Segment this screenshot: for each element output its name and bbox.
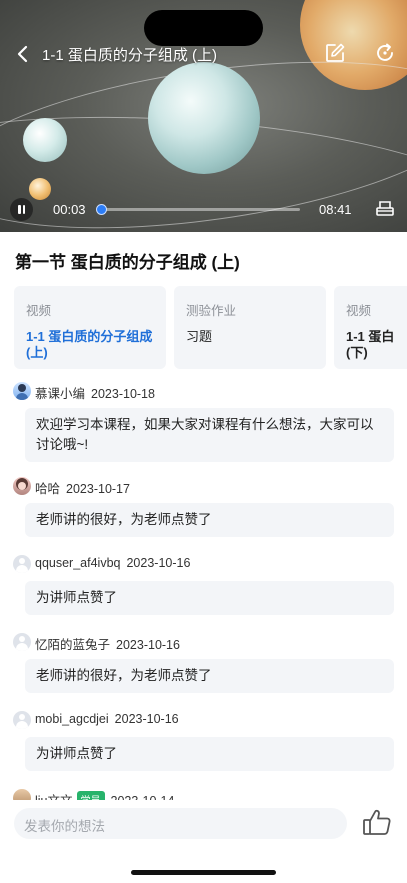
screen-mode-button[interactable] xyxy=(375,198,395,218)
refresh-icon xyxy=(377,43,393,61)
comment-date: 2023-10-16 xyxy=(116,638,180,652)
chevron-left-icon xyxy=(17,45,28,63)
comment-meta: 慕课小编 2023-10-18 xyxy=(35,383,155,402)
comment-text: 老师讲的很好，为老师点赞了 xyxy=(25,659,394,693)
comment-date: 2023-10-17 xyxy=(66,482,130,496)
notes-button[interactable] xyxy=(324,42,346,64)
lesson-name: 1-1 蛋白质的分子组成 (上) xyxy=(26,329,153,360)
avatar[interactable] xyxy=(13,555,31,573)
comment-text: 欢迎学习本课程，如果大家对课程有什么想法，大家可以讨论哦~! xyxy=(25,408,394,462)
refresh-button[interactable] xyxy=(374,42,396,64)
player-controls: 00:03 08:41 xyxy=(0,196,407,224)
lesson-type: 测验作业 xyxy=(186,304,237,318)
comment-item: mobi_agcdjei 2023-10-16 为讲师点赞了 xyxy=(13,710,395,771)
comment-item: 忆陌的蓝兔子 2023-10-16 老师讲的很好，为老师点赞了 xyxy=(13,632,395,693)
comment-date: 2023-10-16 xyxy=(126,556,191,570)
comment-text: 为讲师点赞了 xyxy=(25,581,394,615)
progress-slider[interactable] xyxy=(96,204,300,215)
comment-item: qquser_af4ivbq 2023-10-16 为讲师点赞了 xyxy=(13,554,395,615)
comment-meta: 忆陌的蓝兔子 2023-10-16 xyxy=(35,634,180,653)
comment-date: 2023-10-16 xyxy=(114,712,179,726)
comment-user[interactable]: 慕课小编 xyxy=(35,387,85,401)
total-time: 08:41 xyxy=(319,202,352,217)
video-top-bar: 1-1 蛋白质的分子组成 (上) xyxy=(0,36,407,72)
avatar[interactable] xyxy=(13,382,31,400)
lesson-name: 1-1 蛋白 (下) xyxy=(346,329,395,360)
comment-text: 为讲师点赞了 xyxy=(25,737,394,771)
comment-header: qquser_af4ivbq 2023-10-16 xyxy=(13,554,395,574)
video-title: 1-1 蛋白质的分子组成 (上) xyxy=(42,47,218,64)
video-frame-planet xyxy=(148,62,260,174)
comment-meta: mobi_agcdjei 2023-10-16 xyxy=(35,712,179,726)
comment-composer-bar: 发表你的想法 xyxy=(0,800,407,883)
comment-header: 哈哈 2023-10-17 xyxy=(13,476,395,496)
comment-header: 忆陌的蓝兔子 2023-10-16 xyxy=(13,632,395,652)
lesson-type: 视频 xyxy=(26,304,52,318)
like-button[interactable] xyxy=(361,806,393,838)
screen-mode-icon xyxy=(376,201,394,216)
video-player[interactable]: 1-1 蛋白质的分子组成 (上) 00:03 08:41 xyxy=(0,0,407,232)
comment-item: 慕课小编 2023-10-18 欢迎学习本课程，如果大家对课程有什么想法，大家可以… xyxy=(13,381,395,462)
comment-input[interactable]: 发表你的想法 xyxy=(14,808,347,839)
lesson-card-video[interactable]: 视频 1-1 蛋白质的分子组成 (上) xyxy=(14,286,166,369)
edit-note-icon xyxy=(326,43,345,62)
avatar[interactable] xyxy=(13,633,31,651)
comment-meta: qquser_af4ivbq 2023-10-16 xyxy=(35,556,190,570)
comment-meta: 哈哈 2023-10-17 xyxy=(35,478,130,497)
comment-user[interactable]: 哈哈 xyxy=(35,482,60,496)
avatar[interactable] xyxy=(13,711,31,729)
lesson-card-quiz[interactable]: 测验作业 习题 xyxy=(174,286,326,369)
comment-user[interactable]: 忆陌的蓝兔子 xyxy=(35,638,110,652)
comment-date: 2023-10-18 xyxy=(91,387,155,401)
pause-button[interactable] xyxy=(10,198,33,221)
comment-item: 哈哈 2023-10-17 老师讲的很好，为老师点赞了 xyxy=(13,476,395,537)
comment-header: mobi_agcdjei 2023-10-16 xyxy=(13,710,395,730)
video-frame-planet xyxy=(23,118,67,162)
comment-user[interactable]: qquser_af4ivbq xyxy=(35,556,120,570)
comment-header: 慕课小编 2023-10-18 xyxy=(13,381,395,401)
current-time: 00:03 xyxy=(53,202,86,217)
thumbs-up-icon xyxy=(363,809,391,835)
section-title: 第一节 蛋白质的分子组成 (上) xyxy=(15,253,240,272)
lesson-card-video-next[interactable]: 视频 1-1 蛋白 (下) xyxy=(334,286,407,369)
comment-user[interactable]: mobi_agcdjei xyxy=(35,712,109,726)
comment-text: 老师讲的很好，为老师点赞了 xyxy=(25,503,394,537)
progress-knob[interactable] xyxy=(96,204,108,215)
lesson-type: 视频 xyxy=(346,304,372,318)
lesson-name: 习题 xyxy=(186,329,213,344)
back-button[interactable] xyxy=(12,42,34,66)
home-indicator xyxy=(131,870,276,875)
lesson-carousel[interactable]: 视频 1-1 蛋白质的分子组成 (上) 测验作业 习题 视频 1-1 蛋白 (下… xyxy=(14,286,407,370)
avatar[interactable] xyxy=(13,477,31,495)
